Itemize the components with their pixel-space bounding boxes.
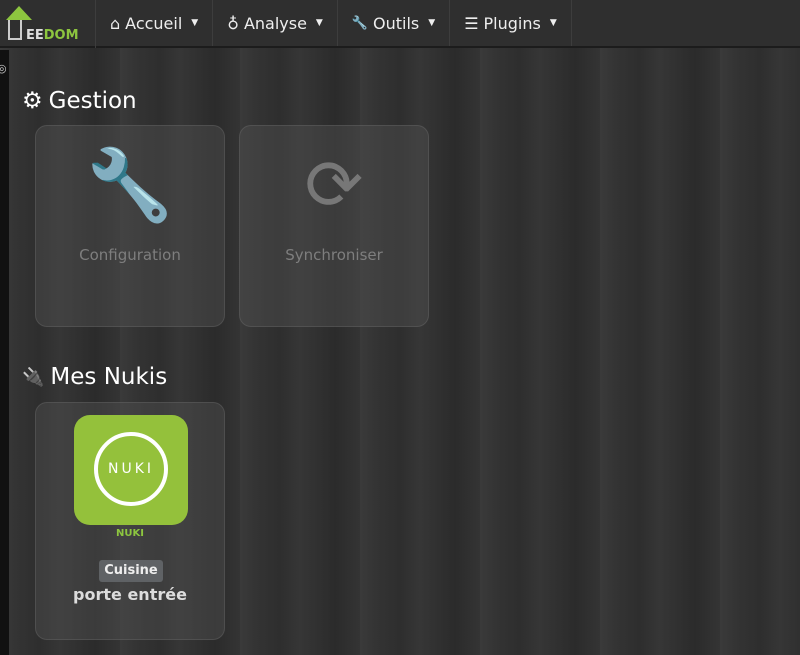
wrench-icon: 🔧 (351, 15, 369, 31)
nav-accueil[interactable]: ⌂ Accueil ▼ (96, 0, 214, 46)
title-text: Mes Nukis (50, 364, 168, 390)
device-card[interactable]: NUKI NUKI Cuisine porte entrée (35, 402, 225, 640)
title-text: Gestion (48, 88, 137, 114)
nuki-logo: NUKI (74, 415, 188, 525)
top-navbar: EEDOM ⌂ Accueil ▼ ♁ Analyse ▼ 🔧 Outils ▼ ☰ Plug… (0, 0, 800, 48)
nav-label: Accueil (125, 13, 183, 33)
synchroniser-card[interactable]: ⟳ Synchroniser (239, 125, 429, 327)
nav-plugins[interactable]: ☰ Plugins ▼ (450, 0, 572, 46)
section-gestion-title: ⚙ Gestion (22, 88, 137, 114)
gear-icon: ⚙ (22, 88, 43, 114)
nav-label: Analyse (243, 13, 307, 33)
caret-down-icon: ▼ (191, 18, 199, 28)
plugin-label: NUKI (116, 528, 144, 539)
section-nukis-title: 🔌 Mes Nukis (22, 364, 167, 390)
tasks-icon: ☰ (464, 13, 479, 33)
card-label: Configuration (79, 246, 181, 264)
wrench-icon: 🔧 (86, 144, 174, 226)
device-name: porte entrée (73, 585, 187, 604)
room-badge: Cuisine (99, 560, 163, 582)
nav-label: Outils (373, 13, 420, 33)
caret-down-icon: ▼ (428, 18, 436, 28)
nav-label: Plugins (483, 13, 541, 33)
side-toggle[interactable]: ◎ (0, 50, 9, 655)
configuration-card[interactable]: 🔧 Configuration (35, 125, 225, 327)
plug-icon: 🔌 (22, 366, 45, 388)
stethoscope-icon: ♁ (227, 13, 239, 33)
home-icon: ⌂ (110, 13, 121, 33)
nav-outils[interactable]: 🔧 Outils ▼ (338, 0, 451, 46)
caret-down-icon: ▼ (315, 18, 323, 28)
caret-down-icon: ▼ (549, 18, 557, 28)
toggle-icon: ◎ (0, 62, 7, 75)
card-label: Synchroniser (285, 246, 383, 264)
jeedom-logo[interactable]: EEDOM (0, 0, 96, 48)
refresh-icon: ⟳ (304, 144, 364, 226)
nav-analyse[interactable]: ♁ Analyse ▼ (213, 0, 338, 46)
